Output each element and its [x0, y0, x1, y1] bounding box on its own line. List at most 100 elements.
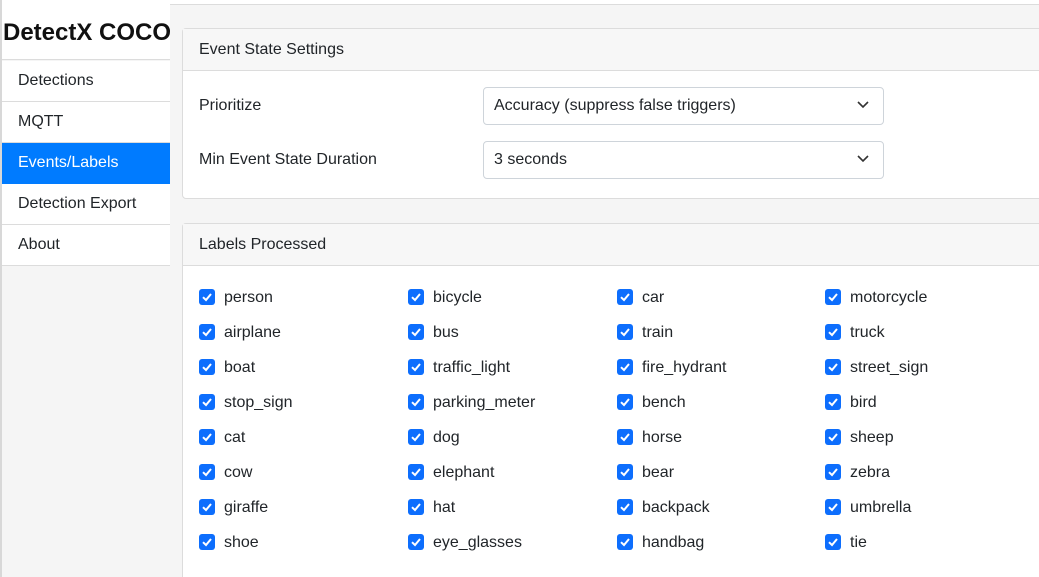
label-text: train [642, 324, 674, 341]
label-checkbox[interactable] [617, 464, 633, 480]
label-checkbox[interactable] [825, 324, 841, 340]
sidebar-item-detection-export[interactable]: Detection Export [2, 184, 170, 225]
label-text: handbag [642, 534, 705, 551]
label-checkbox[interactable] [617, 289, 633, 305]
sidebar-item-detections[interactable]: Detections [2, 61, 170, 102]
label-checkbox[interactable] [199, 289, 215, 305]
label-checkbox[interactable] [825, 359, 841, 375]
label-text: sheep [850, 429, 894, 446]
checkmark-icon [411, 293, 421, 302]
event-state-settings-card: Event State Settings Prioritize Accuracy… [182, 28, 1039, 199]
label-checkbox[interactable] [408, 289, 424, 305]
label-text: bird [850, 394, 877, 411]
chevron-down-icon [857, 101, 869, 109]
sidebar-item-events-labels[interactable]: Events/Labels [2, 143, 170, 184]
label-text: cow [224, 464, 253, 481]
checkmark-icon [620, 363, 630, 372]
label-text: parking_meter [433, 394, 536, 411]
label-text: stop_sign [224, 394, 293, 411]
label-text: dog [433, 429, 460, 446]
min-duration-select[interactable]: 3 seconds [483, 141, 884, 179]
checkmark-icon [620, 538, 630, 547]
label-checkbox[interactable] [199, 534, 215, 550]
label-checkbox[interactable] [825, 394, 841, 410]
label-text: motorcycle [850, 289, 928, 306]
checkmark-icon [411, 398, 421, 407]
label-checkbox[interactable] [617, 394, 633, 410]
label-text: zebra [850, 464, 891, 481]
checkmark-icon [202, 398, 212, 407]
label-checkbox[interactable] [825, 429, 841, 445]
checkmark-icon [202, 433, 212, 442]
label-text: airplane [224, 324, 281, 341]
checkmark-icon [828, 503, 838, 512]
label-checkbox[interactable] [825, 289, 841, 305]
label-checkbox[interactable] [825, 464, 841, 480]
label-checkbox[interactable] [825, 499, 841, 515]
label-text: cat [224, 429, 246, 446]
checkmark-icon [411, 328, 421, 337]
checkmark-icon [828, 538, 838, 547]
checkmark-icon [411, 363, 421, 372]
label-text: backpack [642, 499, 710, 516]
checkmark-icon [828, 468, 838, 477]
label-checkbox[interactable] [617, 429, 633, 445]
checkmark-icon [202, 328, 212, 337]
label-checkbox[interactable] [199, 429, 215, 445]
label-text: hat [433, 499, 456, 516]
label-checkbox[interactable] [408, 429, 424, 445]
label-text: car [642, 289, 665, 306]
min-duration-row: Min Event State Duration 3 seconds [183, 141, 1039, 179]
label-checkbox[interactable] [617, 499, 633, 515]
checkmark-icon [620, 398, 630, 407]
label-checkbox[interactable] [408, 499, 424, 515]
label-checkbox[interactable] [408, 534, 424, 550]
checkmark-icon [620, 328, 630, 337]
checkmark-icon [202, 363, 212, 372]
sidebar-nav: Detections MQTT Events/Labels Detection … [2, 61, 170, 266]
checkmark-icon [411, 538, 421, 547]
label-checkbox[interactable] [617, 534, 633, 550]
sidebar-item-mqtt[interactable]: MQTT [2, 102, 170, 143]
checkmark-icon [202, 503, 212, 512]
label-text: umbrella [850, 499, 912, 516]
label-text: bench [642, 394, 686, 411]
checkmark-icon [620, 503, 630, 512]
checkmark-icon [828, 328, 838, 337]
label-checkbox[interactable] [408, 359, 424, 375]
checkmark-icon [411, 433, 421, 442]
label-checkbox[interactable] [199, 394, 215, 410]
label-text: street_sign [850, 359, 929, 376]
label-checkbox[interactable] [825, 534, 841, 550]
label-text: person [224, 289, 273, 306]
labels-processed-card: Labels Processed person bicycle car motorcy… [182, 223, 1039, 577]
label-text: shoe [224, 534, 259, 551]
checkmark-icon [202, 293, 212, 302]
app-title: DetectX COCO [2, 0, 170, 60]
label-checkbox[interactable] [199, 324, 215, 340]
label-checkbox[interactable] [408, 394, 424, 410]
label-checkbox[interactable] [617, 324, 633, 340]
label-checkbox[interactable] [199, 464, 215, 480]
label-checkbox[interactable] [199, 499, 215, 515]
checkmark-icon [202, 468, 212, 477]
event-state-settings-header: Event State Settings [183, 29, 1039, 71]
chevron-down-icon [857, 155, 869, 163]
label-text: horse [642, 429, 683, 446]
prioritize-select[interactable]: Accuracy (suppress false triggers) [483, 87, 884, 125]
label-text: giraffe [224, 499, 269, 516]
label-text: tie [850, 534, 867, 551]
label-text: bear [642, 464, 675, 481]
sidebar-item-about[interactable]: About [2, 225, 170, 266]
min-duration-label: Min Event State Duration [199, 151, 377, 168]
label-checkbox[interactable] [199, 359, 215, 375]
label-text: elephant [433, 464, 495, 481]
label-checkbox[interactable] [408, 464, 424, 480]
checkmark-icon [828, 363, 838, 372]
checkmark-icon [828, 433, 838, 442]
labels-processed-header: Labels Processed [183, 224, 1039, 266]
label-checkbox[interactable] [408, 324, 424, 340]
label-text: eye_glasses [433, 534, 522, 551]
label-text: bus [433, 324, 459, 341]
label-checkbox[interactable] [617, 359, 633, 375]
